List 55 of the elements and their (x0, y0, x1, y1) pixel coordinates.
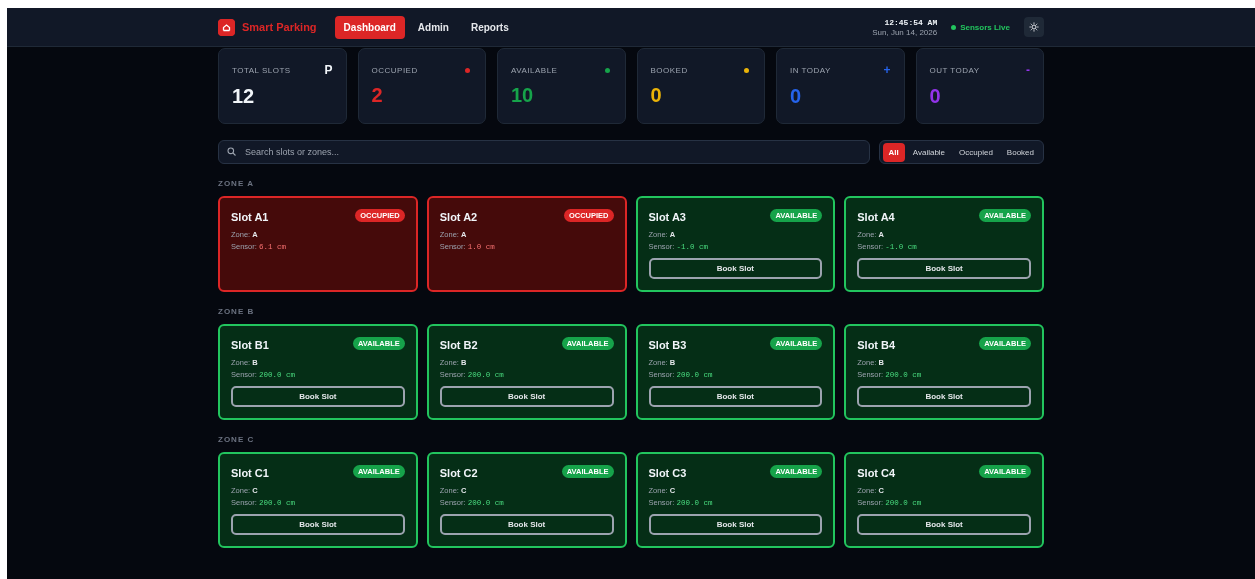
filter-tab[interactable]: Occupied (953, 142, 999, 162)
clock-time: 12:45:54 AM (884, 17, 938, 27)
book-slot-button[interactable]: Book Slot (231, 514, 405, 535)
stat-icon: - (1026, 64, 1030, 76)
book-slot-button[interactable]: Book Slot (857, 514, 1031, 535)
slot-name: Slot C3 (648, 467, 687, 479)
stat-value: 0 (790, 85, 803, 108)
slot-name: Slot B3 (648, 339, 687, 351)
nav-tab[interactable]: Reports (461, 15, 518, 39)
filter-tab[interactable]: Available (906, 142, 952, 162)
book-slot-button[interactable]: Book Slot (648, 386, 823, 407)
stat-label: IN TODAY (790, 65, 831, 75)
zone-heading: ZONE A (218, 179, 255, 188)
slot-name: Slot B4 (857, 339, 896, 351)
theme-toggle-button[interactable] (1024, 17, 1044, 37)
book-slot-button[interactable]: Book Slot (857, 386, 1031, 407)
slot-name: Slot C4 (857, 467, 896, 479)
stat-label: OCCUPIED (371, 65, 418, 75)
stat-value: 0 (929, 85, 942, 108)
stat-value: 2 (371, 83, 384, 107)
nav-tab[interactable]: Dashboard (334, 15, 405, 39)
slot-name: Slot B2 (439, 339, 478, 351)
slot-name: Slot A4 (857, 211, 895, 223)
book-slot-button[interactable]: Book Slot (231, 386, 405, 407)
book-slot-button[interactable]: Book Slot (439, 514, 614, 535)
slot-name: Slot A2 (439, 211, 478, 223)
slot-name: Slot C1 (231, 467, 269, 479)
filter-tab[interactable]: All (882, 142, 905, 162)
search-field[interactable]: Search slots or zones... (218, 140, 870, 164)
filter-tab[interactable]: Booked (1000, 142, 1040, 162)
brand-name: Smart Parking (242, 21, 317, 33)
zone-heading: ZONE C (218, 435, 256, 444)
status-text: Sensors Live (960, 22, 1010, 32)
stat-label: TOTAL SLOTS (232, 65, 291, 75)
stat-label: BOOKED (650, 65, 688, 75)
zone-heading: ZONE B (218, 307, 256, 316)
book-slot-button[interactable]: Book Slot (439, 386, 614, 407)
slot-name: Slot A1 (231, 211, 269, 223)
stat-value: 10 (511, 83, 535, 107)
clock-date: Sun, Jun 14, 2026 (872, 27, 938, 37)
slot-name: Slot B1 (231, 339, 269, 351)
stat-label: AVAILABLE (511, 65, 558, 75)
nav-tab[interactable]: Admin (408, 15, 458, 39)
slot-name: Slot A3 (648, 211, 686, 223)
book-slot-button[interactable]: Book Slot (648, 258, 823, 279)
stat-value: 0 (650, 83, 663, 107)
book-slot-button[interactable]: Book Slot (648, 514, 823, 535)
book-slot-button[interactable]: Book Slot (857, 258, 1031, 279)
sun-icon (1029, 22, 1039, 32)
stat-value: 12 (232, 85, 256, 108)
stat-label: OUT TODAY (929, 65, 980, 75)
stat-icon: + (883, 64, 891, 76)
stat-icon: P (324, 64, 333, 76)
slot-name: Slot C2 (439, 467, 478, 479)
logo-icon (218, 18, 235, 36)
